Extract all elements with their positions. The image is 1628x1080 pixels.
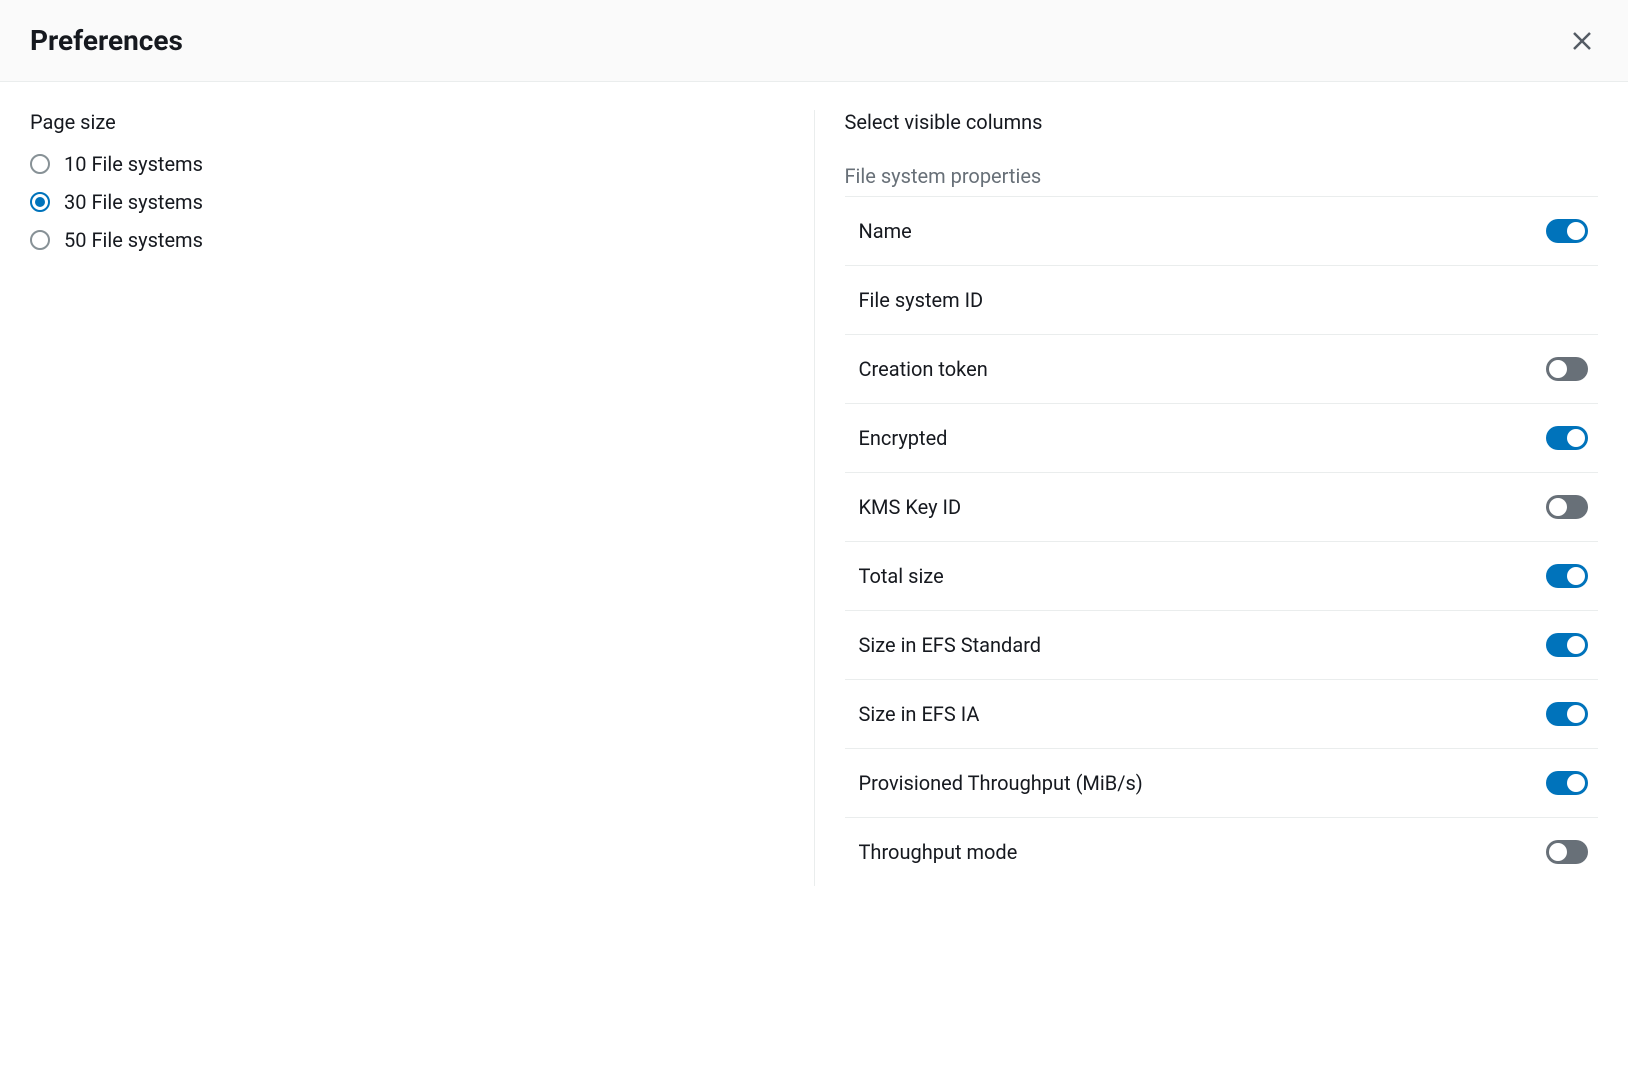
page-size-option[interactable]: 50 File systems [30,228,784,252]
column-toggle-label: Name [859,219,912,243]
dialog-header: Preferences [0,0,1628,82]
column-toggle[interactable] [1546,357,1588,381]
column-toggle-row: Size in EFS IA [845,679,1599,748]
column-toggle-row: Creation token [845,334,1599,403]
column-toggle-label: Size in EFS IA [859,702,980,726]
column-toggle[interactable] [1546,840,1588,864]
page-size-option[interactable]: 30 File systems [30,190,784,214]
page-size-title: Page size [30,110,784,134]
dialog-title: Preferences [30,24,183,57]
radio-label: 10 File systems [64,152,203,176]
column-toggle-label: Total size [859,564,944,588]
radio-icon [30,192,50,212]
dialog-content: Page size 10 File systems 30 File systems… [0,82,1628,914]
page-size-option[interactable]: 10 File systems [30,152,784,176]
visible-columns-title: Select visible columns [845,110,1599,134]
column-toggle-label: Size in EFS Standard [859,633,1042,657]
visible-columns-section: Select visible columns File system prope… [814,110,1599,886]
column-toggle-row: File system ID [845,265,1599,334]
column-toggle-row: Provisioned Throughput (MiB/s) [845,748,1599,817]
column-toggle[interactable] [1546,495,1588,519]
page-size-radio-group: 10 File systems 30 File systems 50 File sy… [30,152,784,252]
close-button[interactable] [1566,25,1598,57]
column-toggle-row: Throughput mode [845,817,1599,886]
column-toggle-list: Name File system ID Creation token Encrypte… [845,196,1599,886]
radio-icon [30,154,50,174]
page-size-section: Page size 10 File systems 30 File systems… [30,110,814,886]
column-toggle-row: KMS Key ID [845,472,1599,541]
column-toggle[interactable] [1546,219,1588,243]
column-toggle-label: Encrypted [859,426,948,450]
column-toggle[interactable] [1546,702,1588,726]
column-group-title: File system properties [845,152,1599,188]
column-toggle[interactable] [1546,771,1588,795]
column-toggle-label: Throughput mode [859,840,1018,864]
close-icon [1570,29,1594,53]
column-toggle-row: Total size [845,541,1599,610]
column-toggle-label: Creation token [859,357,988,381]
column-toggle[interactable] [1546,564,1588,588]
column-toggle-row: Encrypted [845,403,1599,472]
column-toggle[interactable] [1546,633,1588,657]
column-toggle-label: KMS Key ID [859,495,962,519]
column-toggle[interactable] [1546,426,1588,450]
radio-icon [30,230,50,250]
column-toggle-row: Size in EFS Standard [845,610,1599,679]
column-toggle-label: Provisioned Throughput (MiB/s) [859,771,1143,795]
column-toggle-row: Name [845,196,1599,265]
radio-label: 50 File systems [64,228,203,252]
column-toggle-label: File system ID [859,288,984,312]
radio-label: 30 File systems [64,190,203,214]
